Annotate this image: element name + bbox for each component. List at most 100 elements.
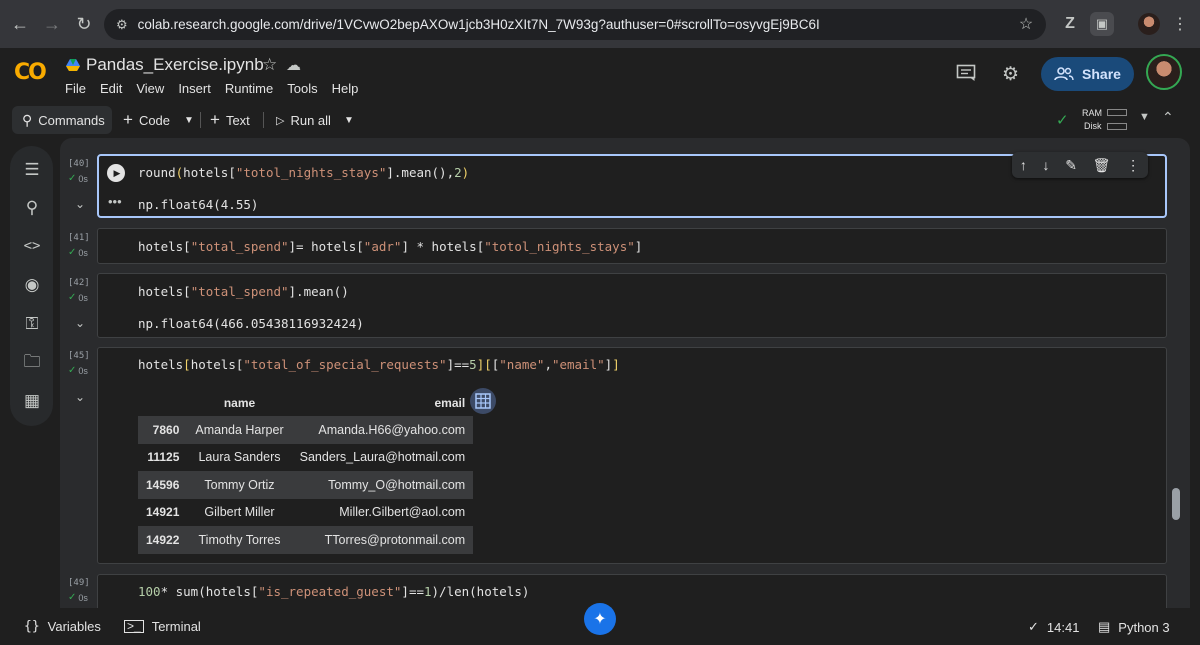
data-table-icon[interactable]: ▦ bbox=[21, 390, 43, 412]
share-button[interactable]: Share bbox=[1041, 57, 1134, 91]
address-bar[interactable]: ⚙ colab.research.google.com/drive/1VCvwO… bbox=[104, 9, 1046, 40]
chevron-down-icon[interactable]: ⌄ bbox=[75, 316, 85, 330]
cloud-saved-icon[interactable]: ☁ bbox=[286, 56, 301, 74]
back-icon[interactable]: ← bbox=[4, 8, 36, 40]
name-cell: Tommy Ortiz bbox=[187, 471, 292, 499]
resource-dropdown-icon[interactable]: ▼ bbox=[1139, 111, 1150, 123]
braces-icon: {} bbox=[24, 619, 40, 634]
email-cell: TTorres@protonmail.com bbox=[291, 526, 474, 554]
code-line[interactable]: 100* sum(hotels["is_repeated_guest"]==1)… bbox=[138, 584, 529, 599]
site-info-icon[interactable]: ⚙ bbox=[116, 17, 128, 33]
notebook-title[interactable]: Pandas_Exercise.ipynb bbox=[86, 55, 264, 75]
row-index: 14921 bbox=[146, 505, 180, 520]
settings-gear-icon[interactable]: ⚙ bbox=[1002, 63, 1019, 86]
code-snippets-icon[interactable]: <> bbox=[21, 235, 43, 257]
profile-avatar[interactable] bbox=[1146, 54, 1182, 90]
move-down-icon[interactable]: ↓ bbox=[1043, 157, 1050, 173]
output-actions-icon[interactable]: ••• bbox=[108, 194, 122, 209]
browser-profile-avatar[interactable] bbox=[1138, 13, 1160, 35]
menu-view[interactable]: View bbox=[136, 81, 164, 96]
extension-z-icon[interactable]: Z bbox=[1060, 8, 1080, 40]
index-header bbox=[138, 390, 187, 416]
add-code-dropdown[interactable]: ▼ bbox=[184, 106, 194, 134]
browser-toolbar: ← → ↻ ⚙ colab.research.google.com/drive/… bbox=[0, 0, 1200, 48]
sparkle-icon: ✦ bbox=[593, 611, 607, 628]
chevron-down-icon[interactable]: ⌄ bbox=[75, 390, 85, 404]
row-index: 7860 bbox=[138, 416, 188, 444]
run-all-button[interactable]: ▷ Run all bbox=[276, 106, 331, 134]
move-up-icon[interactable]: ↑ bbox=[1020, 157, 1027, 173]
sidebar: ☰ ⚲ <> ◉ ⚿ 🗀 ▦ bbox=[10, 146, 53, 426]
code-line[interactable]: round(hotels["totol_nights_stays"].mean(… bbox=[138, 165, 469, 180]
google-drive-icon[interactable] bbox=[66, 59, 80, 71]
files-folder-icon[interactable]: 🗀 bbox=[21, 352, 43, 374]
cell-status: ✓ 0s bbox=[68, 592, 88, 603]
more-options-icon[interactable]: ⋮ bbox=[1126, 157, 1140, 174]
name-cell: Laura Sanders bbox=[198, 450, 281, 465]
cell-execution-count: [45] bbox=[68, 351, 90, 361]
table-row: 14921 Gilbert Miller Miller.Gilbert@aol.… bbox=[138, 499, 473, 527]
chevron-down-icon[interactable]: ⌄ bbox=[75, 197, 85, 211]
variables-button[interactable]: {} Variables bbox=[24, 619, 101, 634]
commands-button[interactable]: ⚲ Commands bbox=[12, 106, 112, 134]
forward-icon[interactable]: → bbox=[36, 8, 68, 40]
email-cell: Miller.Gilbert@aol.com bbox=[339, 505, 466, 520]
run-all-dropdown[interactable]: ▼ bbox=[344, 106, 354, 134]
extensions-puzzle-icon[interactable]: ▣ bbox=[1090, 12, 1114, 36]
find-replace-icon[interactable]: ⚲ bbox=[21, 197, 43, 219]
table-of-contents-icon[interactable]: ☰ bbox=[21, 159, 43, 181]
reload-icon[interactable]: ↻ bbox=[68, 8, 100, 40]
url-text: colab.research.google.com/drive/1VCvwO2b… bbox=[137, 17, 820, 32]
delete-icon[interactable]: 🗑 bbox=[1093, 157, 1111, 174]
terminal-button[interactable]: >_ Terminal bbox=[124, 619, 201, 634]
email-cell: Amanda.H66@yahoo.com bbox=[291, 416, 474, 444]
table-grid-icon bbox=[475, 393, 491, 409]
comment-icon[interactable] bbox=[956, 64, 976, 82]
menu-help[interactable]: Help bbox=[332, 81, 359, 96]
secrets-key-icon[interactable]: ⚿ bbox=[21, 313, 43, 335]
menu-edit[interactable]: Edit bbox=[100, 81, 122, 96]
menu-file[interactable]: File bbox=[65, 81, 86, 96]
code-line[interactable]: hotels["total_spend"].mean() bbox=[138, 284, 349, 299]
gemini-sparkle-button[interactable]: ✦ bbox=[584, 603, 616, 635]
run-cell-button[interactable]: ▶ bbox=[107, 164, 125, 182]
colab-logo[interactable]: CO bbox=[14, 60, 47, 85]
cell-duration: 0s bbox=[78, 365, 88, 376]
cell-duration: 0s bbox=[78, 247, 88, 258]
edit-pencil-icon[interactable]: ✎ bbox=[1065, 157, 1077, 174]
toolbar-divider bbox=[200, 112, 201, 128]
cell-duration: 0s bbox=[78, 292, 88, 303]
code-line[interactable]: hotels[hotels["total_of_special_requests… bbox=[138, 357, 620, 372]
check-icon: ✓ bbox=[68, 365, 77, 376]
cell-duration: 0s bbox=[78, 592, 88, 603]
notebook-area: [40] ✓ 0s ⌄ ▶ round(hotels["totol_nights_… bbox=[60, 138, 1190, 608]
interactive-table-icon[interactable] bbox=[470, 388, 496, 414]
star-icon[interactable]: ☆ bbox=[262, 55, 277, 75]
cell-duration: 0s bbox=[78, 173, 88, 184]
disk-usage-bar[interactable] bbox=[1107, 123, 1127, 130]
bookmark-star-icon[interactable]: ☆ bbox=[1016, 8, 1036, 40]
row-index: 14922 bbox=[138, 526, 188, 554]
dataframe-output: name email 7860 Amanda Harper Amanda.H66… bbox=[138, 390, 474, 554]
add-code-button[interactable]: + Code bbox=[123, 106, 170, 134]
browser-menu-icon[interactable]: ⋮ bbox=[1170, 8, 1190, 40]
share-label: Share bbox=[1082, 66, 1121, 82]
add-code-label: Code bbox=[138, 112, 171, 128]
row-index: 14596 bbox=[138, 471, 188, 499]
execution-status[interactable]: ✓ 14:41 bbox=[1028, 619, 1079, 635]
menu-runtime[interactable]: Runtime bbox=[225, 81, 273, 96]
chevron-up-icon[interactable]: ⌃ bbox=[1162, 109, 1174, 126]
code-line[interactable]: hotels["total_spend"]= hotels["adr"] * h… bbox=[138, 239, 642, 254]
menu-bar: File Edit View Insert Runtime Tools Help bbox=[65, 81, 358, 96]
menu-insert[interactable]: Insert bbox=[178, 81, 211, 96]
scrollbar-thumb[interactable] bbox=[1172, 488, 1180, 520]
menu-tools[interactable]: Tools bbox=[287, 81, 317, 96]
ram-usage-bar[interactable] bbox=[1107, 109, 1127, 116]
check-icon: ✓ bbox=[68, 173, 77, 184]
variable-inspector-icon[interactable]: ◉ bbox=[21, 274, 43, 296]
colab-header: CO Pandas_Exercise.ipynb ☆ ☁ File Edit V… bbox=[0, 48, 1200, 102]
cell-execution-count: [40] bbox=[68, 159, 90, 169]
toolbar-divider bbox=[263, 112, 264, 128]
runtime-type[interactable]: ▤ Python 3 bbox=[1098, 619, 1170, 635]
add-text-button[interactable]: + Text bbox=[210, 106, 250, 134]
